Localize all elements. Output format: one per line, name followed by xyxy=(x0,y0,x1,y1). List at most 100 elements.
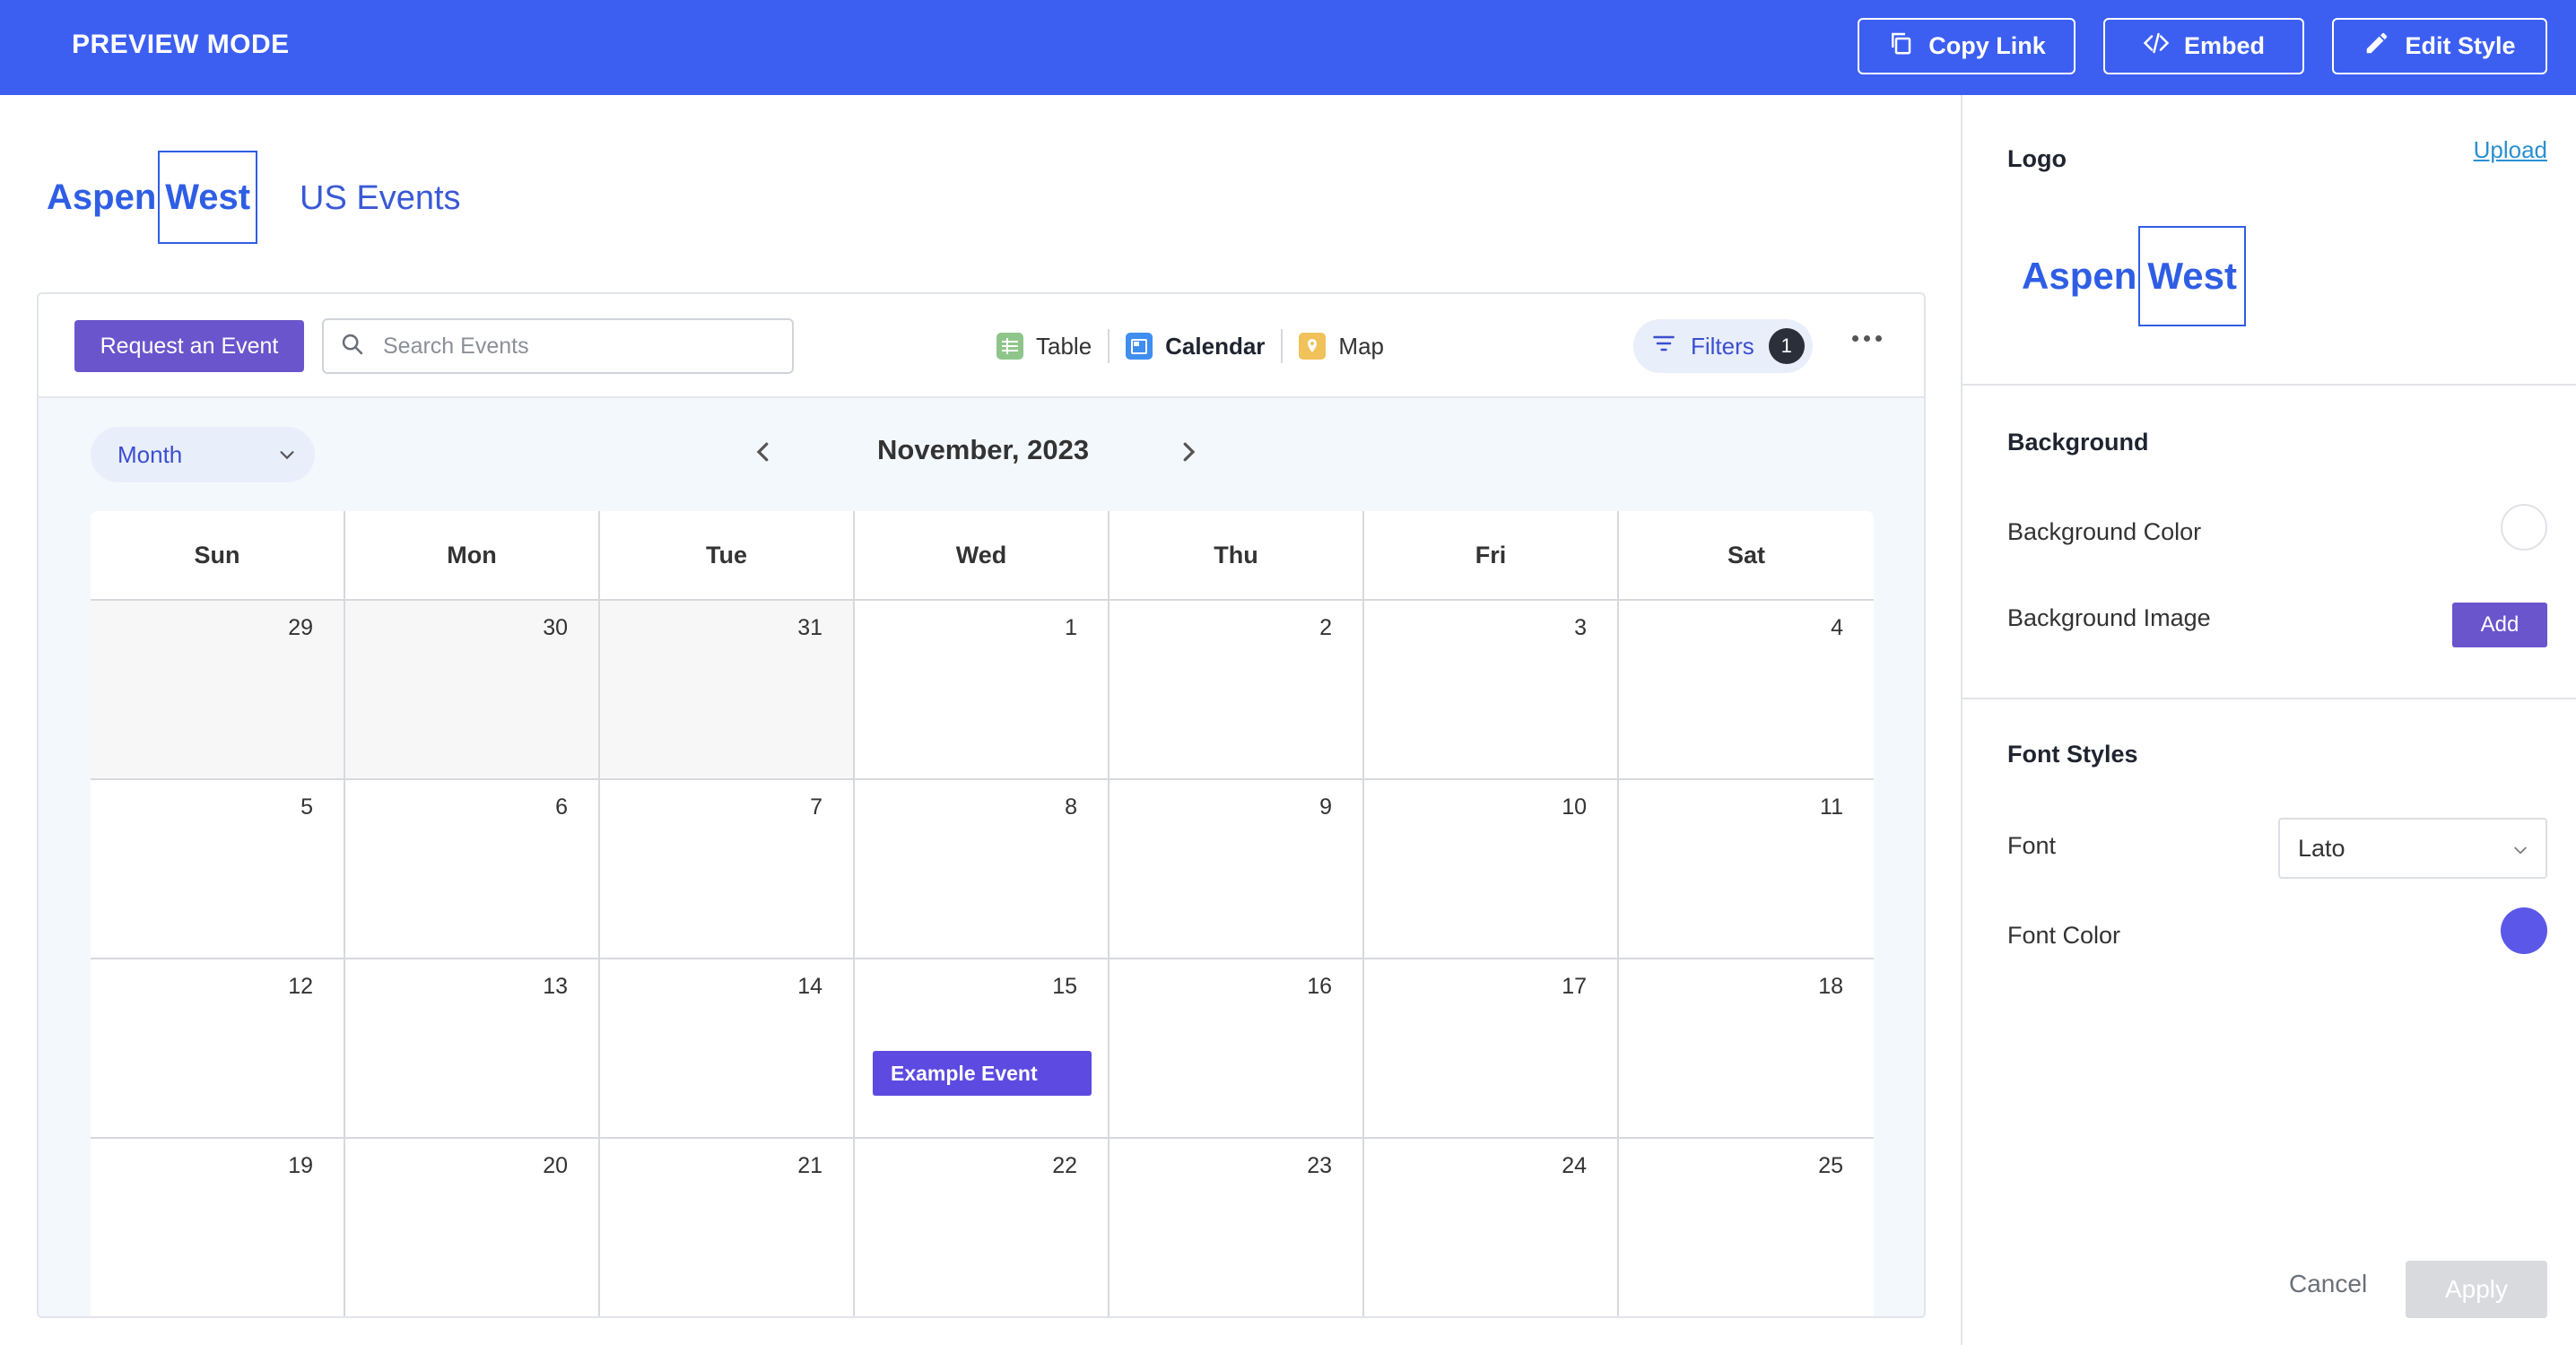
table-icon xyxy=(996,333,1023,360)
day-number: 1 xyxy=(1065,615,1077,640)
calendar-day-cell[interactable]: 19 xyxy=(91,1139,345,1316)
apply-button[interactable]: Apply xyxy=(2406,1261,2547,1318)
font-label: Font xyxy=(2007,832,2057,859)
chevron-right-icon xyxy=(1183,442,1196,462)
calendar-area: Month November, 2023 Sun Mon Tue Wed Thu… xyxy=(39,398,1924,1316)
calendar-day-cell[interactable]: 3 xyxy=(1364,601,1619,780)
day-number: 5 xyxy=(300,794,313,820)
calendar-day-cell[interactable]: 30 xyxy=(345,601,600,780)
filters-count-badge: 1 xyxy=(1768,328,1805,364)
logo-text-west: West xyxy=(158,151,258,244)
copy-link-button[interactable]: Copy Link xyxy=(1858,18,2076,74)
day-number: 17 xyxy=(1562,974,1587,999)
embed-button[interactable]: Embed xyxy=(2103,18,2304,74)
calendar-day-cell[interactable]: 15 Example Event xyxy=(855,959,1110,1139)
calendar-day-cell[interactable]: 22 xyxy=(855,1139,1110,1316)
view-mode-select[interactable]: Month xyxy=(91,427,315,482)
calendar-day-cell[interactable]: 16 xyxy=(1110,959,1364,1139)
view-tab-table[interactable]: Table xyxy=(980,333,1108,360)
font-select[interactable]: Lato xyxy=(2278,818,2547,879)
top-bar: PREVIEW MODE Copy Link Embed Edit Style xyxy=(0,0,2576,95)
logo-preview: Aspen West xyxy=(2022,226,2246,326)
weekday-label: Tue xyxy=(600,511,855,599)
filters-label: Filters xyxy=(1691,332,1754,360)
day-number: 7 xyxy=(810,794,822,820)
calendar-day-cell[interactable]: 8 xyxy=(855,780,1110,959)
filter-icon xyxy=(1651,331,1676,362)
calendar-day-cell[interactable]: 2 xyxy=(1110,601,1364,780)
upload-logo-link[interactable]: Upload xyxy=(2474,136,2547,164)
day-number: 24 xyxy=(1562,1153,1587,1178)
day-number: 29 xyxy=(288,615,313,640)
calendar-day-cell[interactable]: 4 xyxy=(1619,601,1874,780)
calendar-day-cell[interactable]: 20 xyxy=(345,1139,600,1316)
search-input[interactable] xyxy=(383,333,778,360)
calendar-day-cell[interactable]: 12 xyxy=(91,959,345,1139)
chevron-down-icon xyxy=(2514,846,2527,855)
copy-icon xyxy=(1887,30,1914,63)
view-tab-map[interactable]: Map xyxy=(1283,333,1400,360)
calendar-day-cell[interactable]: 25 xyxy=(1619,1139,1874,1316)
calendar-day-cell[interactable]: 7 xyxy=(600,780,855,959)
view-tab-calendar[interactable]: Calendar xyxy=(1110,333,1281,360)
cancel-button[interactable]: Cancel xyxy=(2289,1270,2367,1298)
calendar-day-cell[interactable]: 1 xyxy=(855,601,1110,780)
view-mode-value: Month xyxy=(117,440,183,468)
day-number: 4 xyxy=(1831,615,1843,640)
calendar-day-cell[interactable]: 11 xyxy=(1619,780,1874,959)
calendar-day-cell[interactable]: 21 xyxy=(600,1139,855,1316)
calendar-grid: Sun Mon Tue Wed Thu Fri Sat 29 30 31 1 2 3 4 5 6… xyxy=(91,511,1874,1316)
weekday-label: Mon xyxy=(345,511,600,599)
day-number: 3 xyxy=(1574,615,1587,640)
day-number: 12 xyxy=(288,974,313,999)
calendar-day-cell[interactable]: 5 xyxy=(91,780,345,959)
calendar-day-cell[interactable]: 29 xyxy=(91,601,345,780)
font-color-label: Font Color xyxy=(2007,922,2121,949)
calendar-day-cell[interactable]: 6 xyxy=(345,780,600,959)
calendar-day-cell[interactable]: 24 xyxy=(1364,1139,1619,1316)
calendar-day-cell[interactable]: 14 xyxy=(600,959,855,1139)
calendar-day-cell[interactable]: 13 xyxy=(345,959,600,1139)
calendar-icon xyxy=(1126,333,1153,360)
chevron-left-icon xyxy=(756,442,769,462)
map-pin-icon xyxy=(1299,333,1327,360)
chevron-down-icon xyxy=(280,451,294,460)
day-number: 20 xyxy=(543,1153,568,1178)
day-number: 19 xyxy=(288,1153,313,1178)
calendar-day-cell[interactable]: 23 xyxy=(1110,1139,1364,1316)
section-divider xyxy=(1962,384,2576,386)
calendar-day-cell[interactable]: 10 xyxy=(1364,780,1619,959)
day-number: 31 xyxy=(797,615,822,640)
calendar-day-cell[interactable]: 18 xyxy=(1619,959,1874,1139)
logo-section-title: Logo xyxy=(2007,145,2067,172)
logo-text-aspen: Aspen xyxy=(47,177,157,217)
request-event-button[interactable]: Request an Event xyxy=(74,320,304,372)
day-number: 8 xyxy=(1065,794,1077,820)
calendar-day-cell[interactable]: 9 xyxy=(1110,780,1364,959)
prev-month-button[interactable] xyxy=(747,434,779,470)
calendar-day-cell[interactable]: 31 xyxy=(600,601,855,780)
day-number: 15 xyxy=(1052,974,1077,999)
day-number: 18 xyxy=(1818,974,1843,999)
day-number: 16 xyxy=(1307,974,1332,999)
page-title: US Events xyxy=(300,179,461,217)
calendar-days: 29 30 31 1 2 3 4 5 6 7 8 9 10 11 12 13 14 15 Example Event… xyxy=(91,601,1874,1316)
background-color-swatch[interactable] xyxy=(2501,504,2547,551)
view-tab-label: Calendar xyxy=(1165,332,1266,360)
section-divider xyxy=(1962,698,2576,699)
add-background-image-button[interactable]: Add xyxy=(2452,603,2547,647)
more-options-icon[interactable] xyxy=(1852,335,1882,342)
filters-button[interactable]: Filters 1 xyxy=(1633,319,1813,373)
view-tab-label: Table xyxy=(1036,332,1092,360)
day-number: 9 xyxy=(1319,794,1332,820)
weekday-label: Sat xyxy=(1727,541,1766,568)
next-month-button[interactable] xyxy=(1172,434,1205,470)
font-color-swatch[interactable] xyxy=(2501,907,2547,954)
calendar-day-cell[interactable]: 17 xyxy=(1364,959,1619,1139)
calendar-event[interactable]: Example Event xyxy=(873,1051,1092,1096)
edit-style-button[interactable]: Edit Style xyxy=(2332,18,2547,74)
code-icon xyxy=(2143,30,2170,63)
month-title: November, 2023 xyxy=(877,434,1090,465)
embed-label: Embed xyxy=(2183,32,2266,59)
style-panel: Logo Upload Aspen West Background Backgr… xyxy=(1961,95,2576,1345)
